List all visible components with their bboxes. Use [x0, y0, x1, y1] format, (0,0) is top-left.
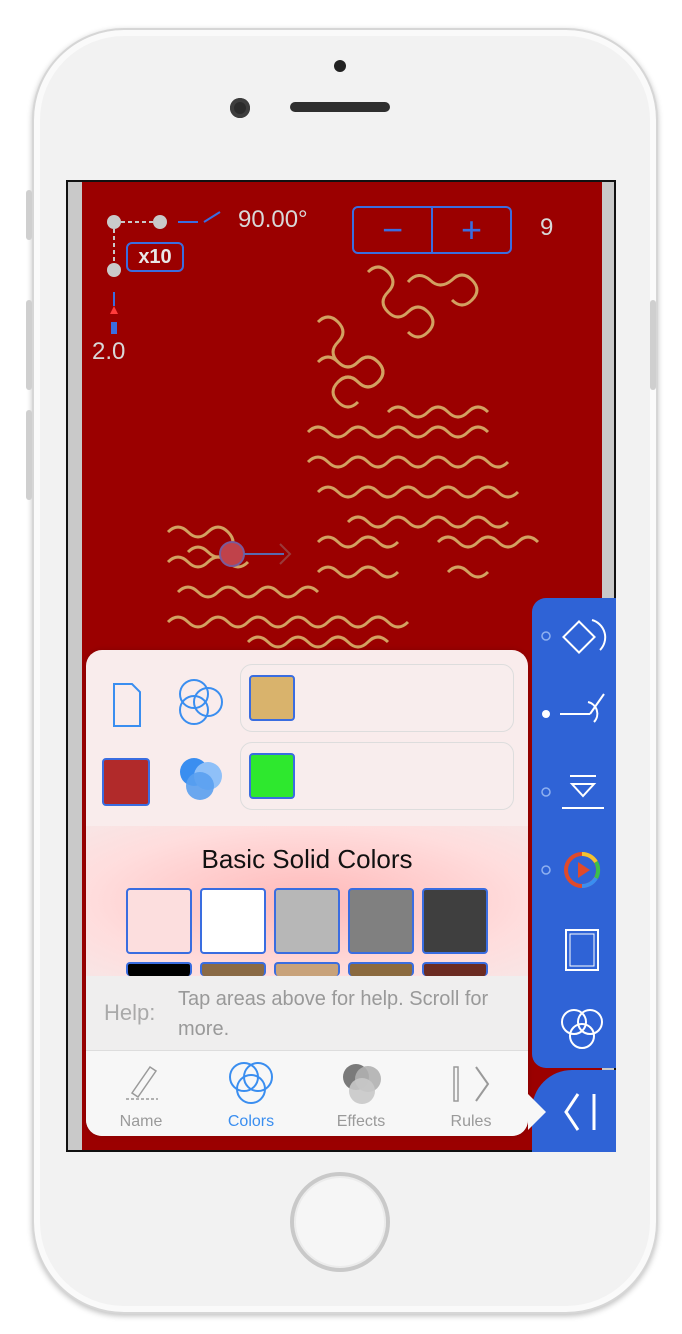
page-icon	[113, 683, 141, 727]
volume-down-button	[26, 410, 32, 500]
gradient-circles-icon	[343, 1064, 381, 1104]
overlapping-circles-icon	[179, 679, 223, 725]
sidebar-item-angle[interactable]	[542, 693, 605, 723]
volume-up-button	[26, 300, 32, 390]
turtle-marker	[219, 541, 292, 567]
line-color-swatch[interactable]	[249, 675, 295, 721]
increment-button[interactable]: +	[433, 208, 510, 252]
palette-swatch[interactable]	[200, 962, 266, 976]
help-text: Tap areas above for help. Scroll for mor…	[178, 988, 489, 1040]
fill-color-row[interactable]	[86, 742, 528, 822]
tab-rules[interactable]: Rules	[416, 1051, 526, 1136]
fractal-curve	[166, 265, 540, 649]
tab-name-label: Name	[119, 1113, 163, 1130]
line-length-readout[interactable]: 2.0	[92, 338, 125, 366]
help-label: Help:	[104, 1000, 156, 1025]
iteration-count: 9	[540, 214, 554, 241]
tab-colors-label: Colors	[227, 1113, 275, 1130]
palette-swatch[interactable]	[422, 962, 488, 976]
help-area: Help: Tap areas above for help. Scroll f…	[86, 976, 528, 1050]
tab-bar: Name Colors Effects Rules	[86, 1050, 528, 1136]
palette-swatch[interactable]	[348, 888, 414, 954]
home-button[interactable]	[290, 1172, 390, 1272]
palette-swatch[interactable]	[274, 888, 340, 954]
fill-color-swatch[interactable]	[249, 753, 295, 799]
palette-swatch[interactable]	[422, 888, 488, 954]
front-camera	[230, 98, 250, 118]
angle-readout[interactable]: 90.00°	[238, 206, 308, 234]
palette-swatch[interactable]	[126, 888, 192, 954]
colors-panel: Basic Solid Colors Help: Tap areas above…	[86, 650, 528, 1136]
line-color-row[interactable]	[86, 662, 528, 742]
palette-section: Basic Solid Colors	[86, 826, 528, 976]
turtle-direction-widget	[107, 211, 221, 334]
palette-swatch[interactable]	[200, 888, 266, 954]
power-button	[650, 300, 656, 390]
tab-name[interactable]: Name	[86, 1051, 196, 1136]
earpiece-speaker	[290, 102, 390, 112]
chevron-left-icon	[564, 1093, 580, 1131]
panel-pointer	[528, 1094, 546, 1130]
sidebar-item-colors[interactable]	[561, 1009, 603, 1049]
line-color-field[interactable]	[240, 664, 514, 732]
sidebar-item-color-wheel[interactable]	[541, 851, 601, 889]
palette-swatch[interactable]	[274, 962, 340, 976]
tab-effects[interactable]: Effects	[306, 1051, 416, 1136]
tab-effects-label: Effects	[336, 1113, 386, 1130]
palette-swatch[interactable]	[348, 962, 414, 976]
tab-colors[interactable]: Colors	[196, 1051, 306, 1136]
proximity-sensor	[334, 60, 346, 72]
gradient-circles-icon	[180, 758, 222, 800]
decrement-button[interactable]: −	[354, 208, 433, 252]
sidebar-item-transform[interactable]	[541, 619, 607, 654]
iteration-stepper[interactable]: − +	[352, 206, 512, 254]
sidebar-item-frame[interactable]	[565, 929, 599, 971]
fill-color-field[interactable]	[240, 742, 514, 810]
scale-multiplier-button[interactable]: x10	[126, 242, 184, 272]
rotate-shape-icon	[562, 620, 596, 654]
brackets-icon	[453, 1066, 490, 1102]
palette-swatch[interactable]	[126, 962, 192, 976]
frame-icon	[565, 929, 599, 971]
tab-rules-label: Rules	[450, 1113, 492, 1130]
palette-title: Basic Solid Colors	[201, 844, 413, 874]
pencil-icon	[126, 1065, 158, 1100]
sidebar-item-length[interactable]	[541, 775, 604, 809]
overlapping-circles-icon	[229, 1062, 273, 1104]
mute-switch	[26, 190, 32, 240]
right-tool-sidebar	[532, 598, 616, 1068]
